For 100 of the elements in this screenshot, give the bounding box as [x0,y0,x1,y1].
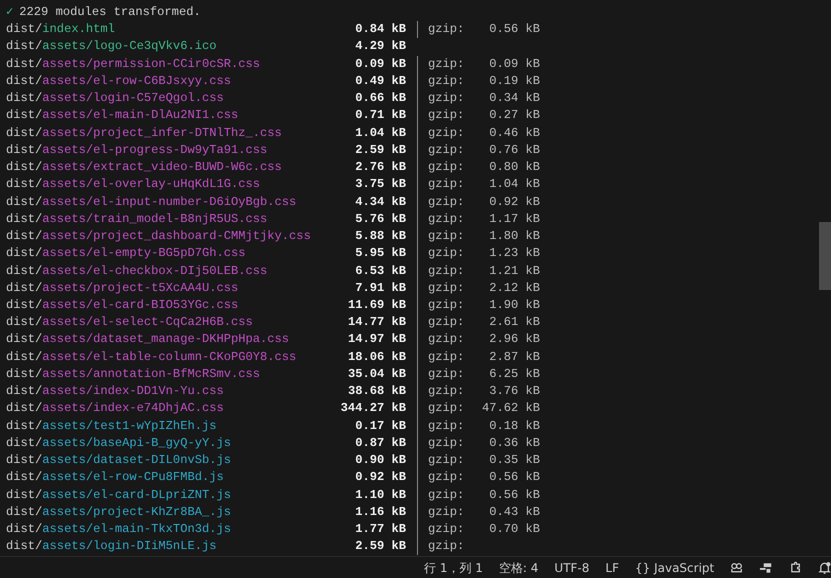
file-size: 3.75 kB [355,177,406,192]
gzip-size: 0.18 kB [489,418,540,433]
gzip-label: gzip: [428,332,464,346]
file-size: 5.88 kB [355,229,406,244]
scrollbar-thumb[interactable] [819,222,831,290]
file-size: 1.77 kB [355,522,406,536]
gzip-label: gzip: [428,56,464,71]
file-path: dist/assets/project-KhZr8BA_.js [6,504,231,519]
file-size: 0.87 kB [355,436,406,450]
file-path: dist/assets/el-table-column-CKoPG0Y8.css [6,350,296,364]
file-path: dist/assets/index-DD1Vn-Yu.css [6,384,224,398]
gzip-size: 0.35 kB [489,453,540,468]
gzip-label: gzip: [428,142,464,157]
gzip-label: gzip: [428,264,464,278]
file-size: 18.06 kB [348,350,406,364]
status-item[interactable]: {} JavaScript [634,558,714,576]
file-size: 0.66 kB [355,91,406,106]
gzip-label: gzip: [428,366,464,381]
file-path: dist/assets/el-overlay-uHqKdL1G.css [6,177,260,192]
file-path: dist/assets/el-row-CPu8FMBd.js [6,470,224,484]
file-path: dist/assets/project_dashboard-CMMjtjky.css [6,229,311,244]
robot-icon[interactable] [730,560,744,574]
gzip-size: 0.34 kB [489,91,540,106]
gzip-label: gzip: [428,298,464,312]
file-path: dist/assets/dataset_manage-DKHPpHpa.css [6,332,290,346]
gzip-label: gzip: [428,350,464,364]
file-size: 4.29 kB [355,39,406,54]
gzip-size: 2.61 kB [489,315,540,330]
gzip-size: 2.87 kB [489,350,540,364]
file-path: dist/assets/el-checkbox-DIj50LEB.css [6,264,268,278]
gzip-label: gzip: [428,522,464,536]
file-path: dist/assets/logo-Ce3qVkv6.ico [6,39,216,54]
gzip-size: 2.96 kB [489,332,540,346]
file-path: dist/assets/el-input-number-D6iOyBgb.css [6,194,296,209]
gzip-size: 0.36 kB [489,436,540,450]
status-item[interactable]: 行 1，列 1 [424,558,483,576]
gzip-label: gzip: [428,91,464,106]
file-path: dist/assets/el-card-DLpriZNT.js [6,488,231,502]
gzip-label: gzip: [428,401,464,416]
ports-icon[interactable] [759,560,773,574]
file-size: 5.95 kB [355,246,406,260]
file-size: 2.59 kB [355,539,406,554]
gzip-label: gzip: [428,126,464,140]
gzip-label: gzip: [428,280,464,295]
file-path: dist/assets/permission-CCir0cSR.css [6,56,260,71]
gzip-size: 0.46 kB [489,126,540,140]
file-size: 0.71 kB [355,108,406,122]
file-path: dist/assets/train_model-B8njR5US.css [6,212,268,226]
gzip-size: 47.62 kB [482,401,540,416]
file-size: 35.04 kB [348,366,406,381]
gzip-label: gzip: [428,160,464,174]
gzip-label: gzip: [428,108,464,122]
file-path: dist/assets/el-empty-BG5pD7Gh.css [6,246,246,260]
file-size: 4.34 kB [355,194,406,209]
file-size: 1.10 kB [355,488,406,502]
file-path: dist/assets/el-card-BIO53YGc.css [6,298,238,312]
gzip-label: gzip: [428,453,464,468]
file-path: dist/assets/el-row-C6BJsxyy.css [6,74,231,88]
status-item[interactable]: 空格: 4 [498,558,538,576]
gzip-size: 1.17 kB [489,212,540,226]
file-path: dist/assets/project-t5XcAA4U.css [6,280,238,295]
gzip-label: gzip: [428,488,464,502]
gzip-label: gzip: [428,315,464,330]
file-size: 6.53 kB [355,264,406,278]
gzip-label: gzip: [428,229,464,244]
file-path: dist/assets/test1-wYpIZhEh.js [6,418,216,433]
file-path: dist/assets/annotation-BfMcRSmv.css [6,366,260,381]
file-path: dist/assets/el-select-CqCa2H6B.css [6,315,253,330]
gzip-size: 0.56 kB [489,470,540,484]
bell-icon[interactable] [818,560,831,574]
file-path: dist/assets/baseApi-B_gyQ-yY.js [6,436,231,450]
puzzle-icon[interactable] [788,560,802,574]
gzip-size: 0.76 kB [489,142,540,157]
gzip-size: 1.23 kB [489,246,540,260]
gzip-label: gzip: [428,436,464,450]
gzip-size: 1.04 kB [489,177,540,192]
gzip-label: gzip: [428,470,464,484]
gzip-size: 0.56 kB [489,488,540,502]
gzip-size: 0.27 kB [489,108,540,122]
gzip-label: gzip: [428,74,464,88]
file-path: dist/assets/extract_video-BUWD-W6c.css [6,160,282,174]
file-path: dist/assets/dataset-DIL0nvSb.js [6,453,231,468]
gzip-label: gzip: [428,22,464,36]
file-size: 2.76 kB [355,160,406,174]
summary-text: 2229 modules transformed. [19,4,201,21]
gzip-size: 1.21 kB [489,264,540,278]
file-size: 14.77 kB [348,315,406,330]
gzip-size: 3.76 kB [489,384,540,398]
file-path: dist/assets/project_infer-DTNlThz_.css [6,126,282,140]
status-item[interactable]: UTF-8 [554,558,590,576]
status-item[interactable]: LF [605,558,619,576]
file-size: 1.04 kB [355,126,406,140]
file-path: dist/assets/index-e74DhjAC.css [6,401,224,416]
gzip-size: 1.80 kB [489,229,540,244]
file-path: dist/assets/login-C57eQgol.css [6,91,224,106]
gzip-label: gzip: [428,504,464,519]
file-size: 0.09 kB [355,56,406,71]
file-size: 0.92 kB [355,470,406,484]
gzip-label: gzip: [428,246,464,260]
file-size: 11.69 kB [348,298,406,312]
